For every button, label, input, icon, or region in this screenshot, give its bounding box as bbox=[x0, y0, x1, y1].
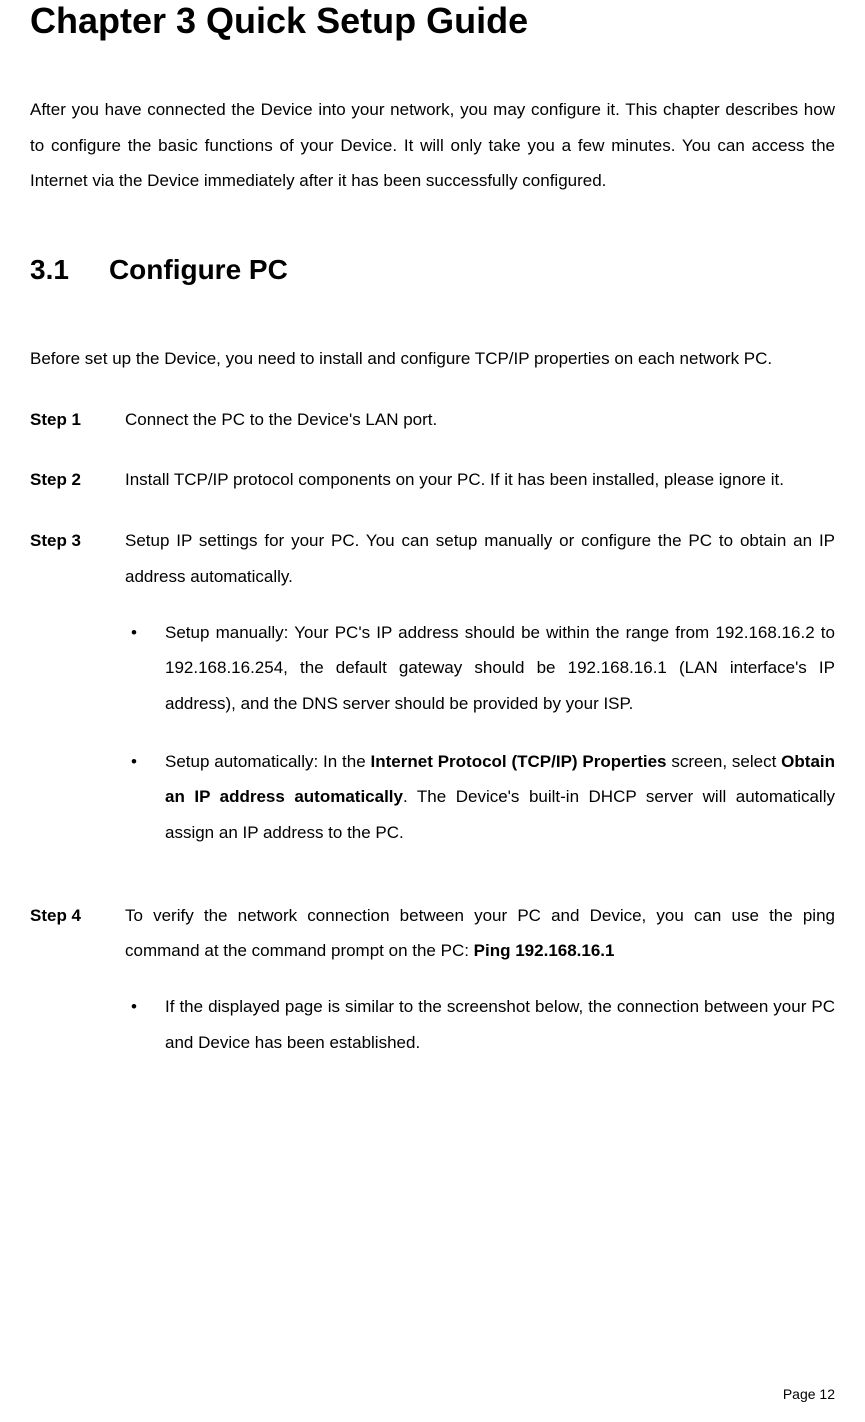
bullet-marker: • bbox=[125, 615, 165, 722]
step-2: Step 2 Install TCP/IP protocol component… bbox=[30, 462, 835, 498]
section-number: 3.1 bbox=[30, 254, 69, 286]
section-intro: Before set up the Device, you need to in… bbox=[30, 341, 835, 377]
step-1: Step 1 Connect the PC to the Device's LA… bbox=[30, 402, 835, 438]
chapter-title: Chapter 3 Quick Setup Guide bbox=[30, 0, 835, 42]
bullet-text: Setup manually: Your PC's IP address sho… bbox=[165, 615, 835, 722]
bullet-item: • Setup manually: Your PC's IP address s… bbox=[125, 615, 835, 722]
step-3: Step 3 Setup IP settings for your PC. Yo… bbox=[30, 523, 835, 873]
chapter-intro: After you have connected the Device into… bbox=[30, 92, 835, 199]
step-content: Setup IP settings for your PC. You can s… bbox=[125, 523, 835, 873]
step-content: To verify the network connection between… bbox=[125, 898, 835, 1083]
bullet-item: • Setup automatically: In the Internet P… bbox=[125, 744, 835, 851]
step-label: Step 2 bbox=[30, 462, 125, 498]
step-text: To verify the network connection between… bbox=[125, 906, 835, 961]
bullet-list: • Setup manually: Your PC's IP address s… bbox=[125, 615, 835, 851]
step-text: Setup IP settings for your PC. You can s… bbox=[125, 531, 835, 586]
section-title: Configure PC bbox=[109, 254, 288, 285]
bullet-list: • If the displayed page is similar to th… bbox=[125, 989, 835, 1060]
step-label: Step 1 bbox=[30, 402, 125, 438]
step-label: Step 3 bbox=[30, 523, 125, 873]
bullet-marker: • bbox=[125, 989, 165, 1060]
step-4: Step 4 To verify the network connection … bbox=[30, 898, 835, 1083]
bullet-text: If the displayed page is similar to the … bbox=[165, 989, 835, 1060]
page-number: Page 12 bbox=[783, 1386, 835, 1402]
bullet-text: Setup automatically: In the Internet Pro… bbox=[165, 744, 835, 851]
bullet-marker: • bbox=[125, 744, 165, 851]
step-content: Install TCP/IP protocol components on yo… bbox=[125, 462, 835, 498]
step-label: Step 4 bbox=[30, 898, 125, 1083]
bullet-item: • If the displayed page is similar to th… bbox=[125, 989, 835, 1060]
step-content: Connect the PC to the Device's LAN port. bbox=[125, 402, 835, 438]
section-heading: 3.1 Configure PC bbox=[30, 254, 835, 286]
